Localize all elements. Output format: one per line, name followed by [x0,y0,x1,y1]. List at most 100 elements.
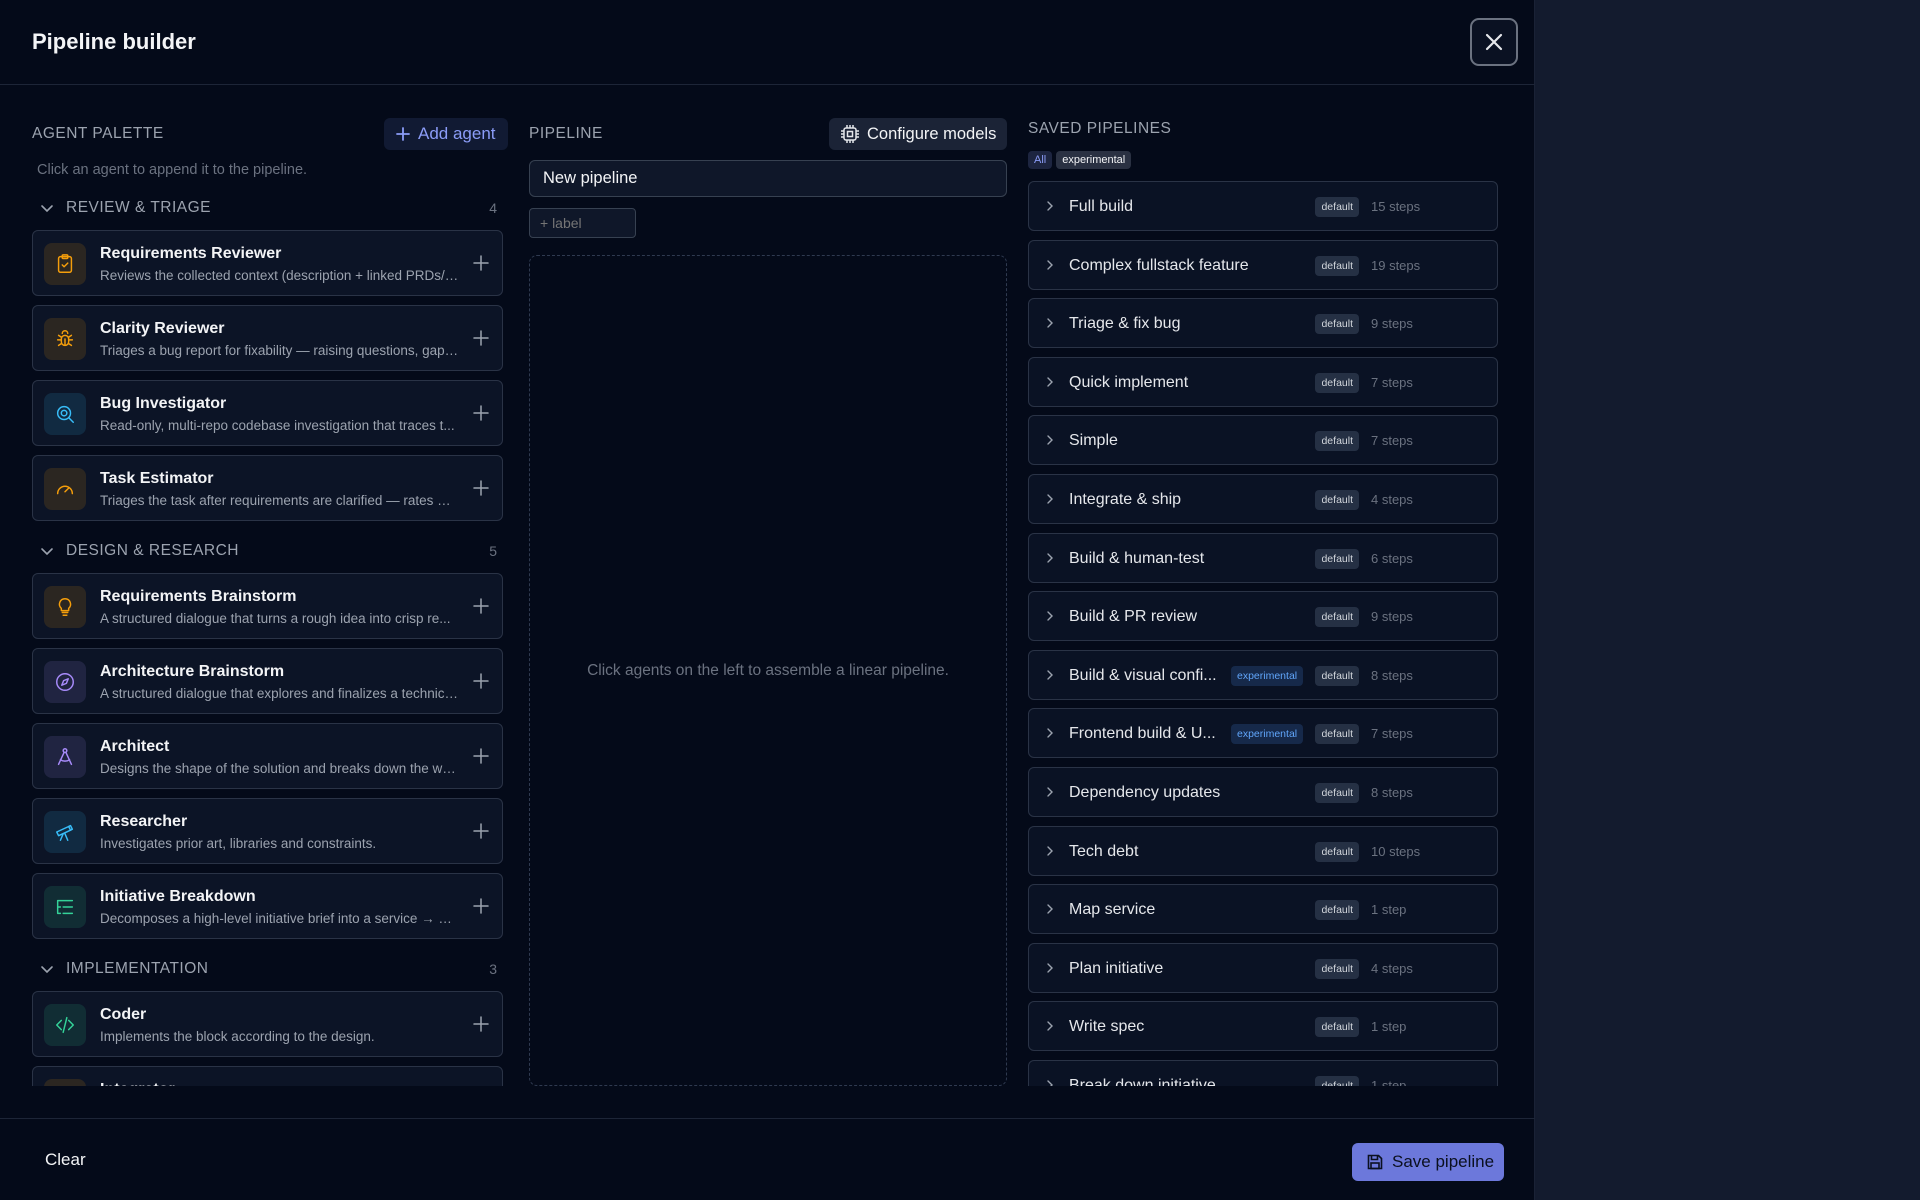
save-pipeline-button[interactable]: Save pipeline [1352,1143,1504,1181]
default-badge: default [1315,607,1359,628]
saved-pipeline-row[interactable]: Plan initiative 4 steps default [1028,942,1498,993]
pipeline-step-count: 10 steps [1371,843,1421,859]
saved-pipeline-row[interactable]: Break down initiative 1 step default [1028,1060,1498,1086]
agent-name: Initiative Breakdown [100,888,256,905]
save-pipeline-label: Save pipeline [1392,1152,1495,1171]
saved-pipeline-row[interactable]: Write spec 1 step default [1028,1001,1498,1052]
agent-name: Architect [100,738,170,755]
pipeline-step-count: 19 steps [1371,257,1421,273]
agent-card[interactable]: Coder Implements the block according to t… [32,991,503,1057]
configure-models-label: Configure models [867,124,997,143]
plus-icon[interactable] [472,1015,490,1033]
palette-group-name: REVIEW & TRIAGE [66,199,212,216]
add-label-input[interactable] [529,208,636,238]
agent-card[interactable]: Bug Investigator Read-only, multi-repo co… [32,380,503,446]
palette-group-count: 3 [489,961,497,977]
agent-icon-tile [44,1004,86,1046]
agent-description: Read-only, multi-repo codebase investiga… [100,418,455,433]
default-badge: default [1315,724,1359,745]
chevron-right-icon [1047,259,1053,270]
add-agent-button[interactable]: Add agent [384,118,508,150]
saved-pipeline-row[interactable]: Dependency updates 8 steps default [1028,767,1498,817]
saved-pipeline-row[interactable]: Frontend build & U... 7 steps default exper… [1028,708,1498,759]
palette-group-header[interactable]: REVIEW & TRIAGE 4 [32,190,503,226]
plus-icon[interactable] [472,404,490,422]
agent-palette: REVIEW & TRIAGE 4 Requirements Reviewer Rev… [32,190,503,1086]
experimental-badge: experimental [1231,724,1304,745]
plus-icon[interactable] [472,747,490,765]
saved-filter-chips: All experimental [1028,151,1132,169]
configure-models-button[interactable]: Configure models [829,118,1007,150]
chevron-right-icon [1047,494,1053,504]
saved-pipeline-row[interactable]: Complex fullstack feature 19 steps default [1028,239,1498,290]
clear-button[interactable]: Clear [45,1150,86,1170]
saved-pipeline-name: Quick implement [1069,373,1189,391]
pipeline-step-count: 7 steps [1371,726,1413,742]
chevron-right-icon [1047,904,1053,914]
default-badge: default [1315,548,1359,569]
saved-pipeline-row[interactable]: Build & PR review 9 steps default [1028,591,1498,642]
agent-card[interactable]: Integrator [32,1066,503,1086]
default-badge: default [1315,783,1359,803]
agent-card[interactable]: Requirements Reviewer Reviews the collect… [32,230,503,296]
default-badge: default [1315,431,1359,452]
agent-card[interactable]: Architecture Brainstorm A structured dial… [32,648,503,714]
palette-group-header[interactable]: DESIGN & RESEARCH 5 [32,533,503,569]
saved-pipeline-row[interactable]: Integrate & ship 4 steps default [1028,474,1498,524]
pipeline-step-count: 9 steps [1371,316,1413,332]
agent-card[interactable]: Initiative Breakdown Decomposes a high-le… [32,873,503,939]
agent-card[interactable]: Task Estimator Triages the task after req… [32,455,503,521]
plus-icon[interactable] [472,822,490,840]
agent-name: Coder [100,1006,147,1023]
plus-icon [396,127,410,141]
agent-name: Requirements Brainstorm [100,588,297,605]
pipeline-step-count: 7 steps [1371,433,1413,449]
saved-pipeline-row[interactable]: Map service 1 step default [1028,884,1498,935]
plus-icon[interactable] [472,479,490,497]
saved-pipeline-row[interactable]: Build & visual confi... 8 steps default exp… [1028,649,1498,700]
gauge-icon [56,485,74,495]
saved-pipeline-name: Build & PR review [1069,608,1198,626]
experimental-badge: experimental [1231,665,1304,686]
filter-chip-experimental[interactable]: experimental [1056,151,1132,169]
saved-pipeline-row[interactable]: Full build 15 steps default [1028,181,1498,231]
agent-description: Triages the task after requirements are … [100,493,460,508]
palette-group-header[interactable]: IMPLEMENTATION 3 [32,951,503,987]
agent-card[interactable]: Clarity Reviewer Triages a bug report for… [32,305,503,371]
pipeline-name-input[interactable] [529,160,1007,197]
agent-name: Architecture Brainstorm [100,663,285,680]
chevron-right-icon [1047,845,1053,856]
saved-pipeline-row[interactable]: Tech debt 10 steps default [1028,825,1498,876]
plus-icon[interactable] [472,597,490,615]
agent-description: A structured dialogue that explores and … [100,686,460,701]
saved-pipeline-row[interactable]: Simple 7 steps default [1028,415,1498,466]
plus-icon[interactable] [472,897,490,915]
saved-pipeline-row[interactable]: Quick implement 7 steps default [1028,356,1498,407]
saved-pipeline-name: Break down initiative [1069,1077,1216,1086]
agent-icon-tile [44,393,86,435]
pipeline-step-count: 8 steps [1371,667,1413,683]
plus-icon[interactable] [472,254,490,272]
agent-icon-tile [44,1079,86,1086]
agent-icon-tile [44,811,86,853]
bug-icon [56,330,74,347]
close-button[interactable] [1470,18,1518,66]
telescope-icon [56,824,74,841]
saved-pipeline-row[interactable]: Build & human-test 6 steps default [1028,532,1498,583]
search-zoom-icon [56,405,74,423]
plus-icon[interactable] [472,672,490,690]
agent-card[interactable]: Researcher Investigates prior art, librar… [32,798,503,864]
agent-card[interactable]: Architect Designs the shape of the soluti… [32,723,503,789]
default-badge: default [1315,314,1359,335]
chevron-right-icon [1047,435,1053,446]
close-icon [1485,33,1503,51]
agent-card[interactable]: Requirements Brainstorm A structured dial… [32,573,503,639]
agent-name: Clarity Reviewer [100,320,225,337]
saved-pipeline-row[interactable]: Triage & fix bug 9 steps default [1028,298,1498,349]
pipeline-drop-zone[interactable]: Click agents on the left to assemble a l… [529,255,1007,1086]
plus-icon[interactable] [472,329,490,347]
saved-pipeline-name: Tech debt [1069,842,1139,860]
agent-name: Researcher [100,813,188,830]
filter-chip-all[interactable]: All [1028,151,1053,169]
agent-description: Triages a bug report for fixability — ra… [100,343,460,358]
